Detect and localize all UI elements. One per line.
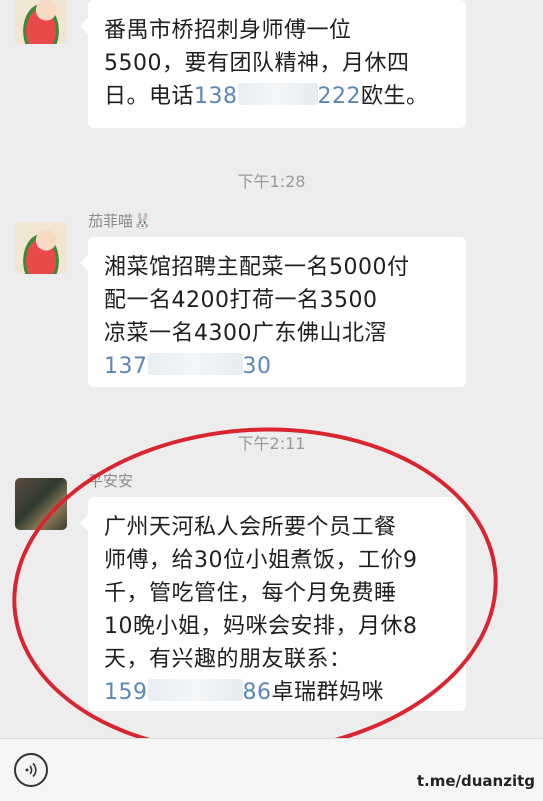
sender-nickname: 平安安 — [88, 472, 134, 490]
message-text-line: 凉菜一名4300广东佛山北滘 — [104, 321, 387, 346]
redacted-blur — [237, 83, 318, 105]
phone-number[interactable]: 138 222 — [194, 83, 361, 109]
avatar[interactable] — [15, 222, 67, 274]
message-text-line: 师傅，给30位小姐煮饭，工价9 — [104, 548, 418, 573]
message-text-line: 天，有兴趣的朋友联系： — [104, 647, 352, 672]
redacted-blur — [147, 679, 243, 701]
message-text-line: 湘菜馆招聘主配菜一名5000付 — [104, 255, 410, 280]
message-text-line: 千，管吃管住，每个月免费睡 — [104, 581, 397, 606]
sender-nickname: 茄菲喵🐰 — [88, 212, 152, 230]
message-bubble: 番禺市桥招刺身师傅一位 5500，要有团队精神，月休四 日。电话138 222欧生… — [80, 0, 466, 128]
message-bubble: 湘菜馆招聘主配菜一名5000付 配一名4200打荷一名3500 凉菜一名4300… — [80, 237, 466, 387]
message-text-line: 5500，要有团队精神，月休四 — [104, 51, 410, 76]
phone-number[interactable]: 137 30 — [104, 353, 272, 379]
avatar[interactable] — [15, 478, 67, 530]
voice-icon[interactable] — [14, 753, 48, 787]
message-text-line: 137 30 — [104, 350, 450, 383]
redacted-blur — [147, 353, 243, 375]
message-text-line: 番禺市桥招刺身师傅一位 — [104, 18, 352, 43]
timestamp: 下午1:28 — [237, 172, 306, 191]
message-text-line: 日。电话138 222欧生。 — [104, 83, 429, 109]
message-text-line: 广州天河私人会所要个员工餐 — [104, 515, 397, 540]
message-text-line: 159 86卓瑞群妈咪 — [104, 679, 385, 705]
phone-number[interactable]: 159 86 — [104, 679, 272, 705]
chat-input-bar — [0, 738, 543, 801]
timestamp: 下午2:11 — [237, 434, 306, 453]
message-text-line: 10晚小姐，妈咪会安排，月休8 — [104, 614, 418, 639]
watermark: t.me/duanzitg — [416, 772, 535, 790]
message-text-line: 配一名4200打荷一名3500 — [104, 288, 378, 313]
avatar[interactable] — [15, 0, 67, 44]
message-bubble: 广州天河私人会所要个员工餐 师傅，给30位小姐煮饭，工价9 千，管吃管住，每个月… — [80, 497, 466, 711]
